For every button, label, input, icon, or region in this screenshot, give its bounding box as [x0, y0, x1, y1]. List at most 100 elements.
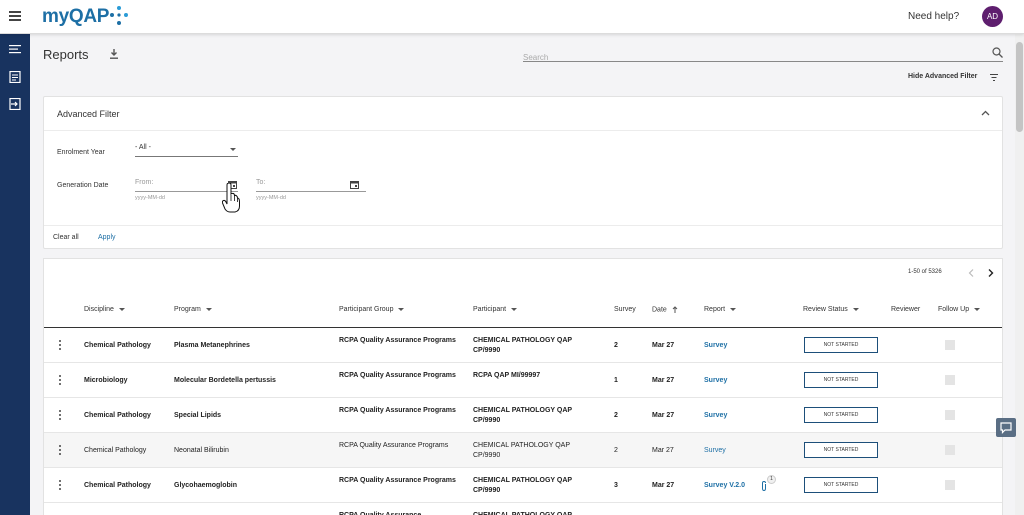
cell-program: Glycohaemoglobin: [174, 482, 238, 489]
cell-participant: RCPA QAP MI/99997: [473, 372, 541, 379]
table-row[interactable]: Chemical Pathology Special Lipids RCPA Qua…: [44, 398, 1002, 433]
more-vert-icon[interactable]: [59, 410, 62, 420]
chevron-down-icon: [205, 307, 212, 311]
generation-date-label: Generation Date: [57, 182, 109, 189]
column-header-date[interactable]: Date: [652, 306, 678, 313]
review-status-button[interactable]: NOT STARTED: [804, 337, 878, 353]
more-vert-icon[interactable]: [59, 340, 62, 350]
column-header-reviewer[interactable]: Reviewer: [891, 306, 920, 313]
chevron-right-icon[interactable]: [988, 269, 994, 277]
download-icon[interactable]: [109, 48, 119, 60]
scrollbar[interactable]: [1015, 34, 1024, 515]
column-label: Date: [652, 306, 667, 314]
advanced-filter-title: Advanced Filter: [57, 109, 120, 119]
date-to-placeholder: To:: [256, 179, 266, 186]
cell-participant: CHEMICAL PATHOLOGY QAP CP/9990: [473, 407, 572, 424]
enrolment-year-select[interactable]: - All -: [135, 144, 238, 157]
chevron-up-icon[interactable]: [981, 110, 990, 116]
clear-all-button[interactable]: Clear all: [53, 234, 79, 241]
follow-up-checkbox[interactable]: [945, 445, 955, 455]
menu-icon[interactable]: [9, 11, 21, 21]
column-label: Program: [174, 306, 201, 313]
logo-text: myQAP: [42, 6, 110, 27]
chat-button[interactable]: [996, 418, 1016, 437]
cell-report[interactable]: Survey: [704, 376, 774, 386]
column-header-survey[interactable]: Survey: [614, 306, 636, 313]
more-vert-icon[interactable]: [59, 445, 62, 455]
cell-report[interactable]: Survey: [704, 446, 774, 456]
column-header-participant[interactable]: Participant: [473, 306, 518, 313]
cell-group: RCPA Quality Assurance Programs: [339, 337, 456, 344]
chevron-down-icon: [730, 307, 737, 311]
cell-program: Special Lipids: [174, 412, 222, 419]
avatar[interactable]: AD: [982, 6, 1003, 27]
calendar-icon[interactable]: [350, 180, 359, 189]
cell-date: Mar 27: [652, 377, 675, 384]
cell-program: Plasma Metanephrines: [174, 342, 250, 349]
review-status-button[interactable]: NOT STARTED: [804, 442, 878, 458]
attachment-icon[interactable]: [760, 481, 768, 491]
search-bar: [523, 47, 1003, 62]
follow-up-checkbox[interactable]: [945, 480, 955, 490]
logout-icon[interactable]: [9, 98, 21, 110]
advanced-filter-header[interactable]: Advanced Filter: [44, 97, 1002, 131]
enrolment-year-value: - All -: [135, 144, 151, 151]
chevron-down-icon: [852, 307, 859, 311]
column-label: Follow Up: [938, 306, 970, 313]
table-row[interactable]: Chemical Pathology Neonatal Bilirubin RCPA…: [44, 433, 1002, 468]
table-row[interactable]: Chemical Pathology Plasma Metanephrines RC…: [44, 328, 1002, 363]
review-status-button[interactable]: NOT STARTED: [804, 372, 878, 388]
logo-molecule-icon: [110, 6, 128, 25]
scrollbar-thumb[interactable]: [1016, 42, 1023, 132]
cell-participant: CHEMICAL PATHOLOGY QAP CP/9990: [473, 337, 572, 354]
cell-group: RCPA Quality Assurance Programs: [339, 477, 456, 484]
top-app-bar: myQAP Need help? AD: [0, 0, 1024, 34]
date-from-placeholder: From:: [135, 179, 154, 186]
column-header-review-status[interactable]: Review Status: [803, 306, 859, 313]
cell-group: RCPA Quality Assurance: [339, 511, 464, 515]
column-header-discipline[interactable]: Discipline: [84, 306, 125, 313]
follow-up-checkbox[interactable]: [945, 375, 955, 385]
reports-table: 1-50 of 5326 Discipline Program Particip…: [43, 258, 1003, 515]
cell-date: Mar 27: [652, 342, 675, 349]
divider: [44, 225, 1002, 226]
follow-up-checkbox[interactable]: [945, 410, 955, 420]
cell-survey: 1: [614, 377, 618, 384]
cell-report[interactable]: Survey: [704, 341, 774, 351]
review-status-button[interactable]: NOT STARTED: [804, 477, 878, 493]
column-header-follow-up[interactable]: Follow Up: [938, 306, 981, 313]
column-label: Report: [704, 306, 726, 313]
search-input[interactable]: [523, 53, 983, 62]
chevron-left-icon[interactable]: [968, 269, 974, 277]
more-vert-icon[interactable]: [59, 480, 62, 490]
column-label: Review Status: [803, 306, 848, 313]
column-header-program[interactable]: Program: [174, 306, 212, 313]
list-lines-icon[interactable]: [9, 43, 21, 55]
hide-advanced-filter-button[interactable]: Hide Advanced Filter: [908, 73, 977, 80]
follow-up-checkbox[interactable]: [945, 340, 955, 350]
table-row[interactable]: Microbiology Molecular Bordetella pertuss…: [44, 363, 1002, 398]
cell-participant: CHEMICAL PATHOLOGY QAP: [473, 511, 598, 515]
date-to-hint: yyyy-MM-dd: [256, 195, 286, 201]
help-link[interactable]: Need help?: [908, 11, 959, 22]
review-status-button[interactable]: NOT STARTED: [804, 407, 878, 423]
table-row[interactable]: Chemical Pathology Glycohaemoglobin RCPA Q…: [44, 468, 1002, 503]
logo: myQAP: [42, 5, 109, 29]
table-row[interactable]: RCPA Quality Assurance CHEMICAL PATHOLOGY…: [44, 503, 1002, 515]
column-header-participant-group[interactable]: Participant Group: [339, 306, 405, 313]
chevron-down-icon: [398, 307, 405, 311]
cell-survey: 2: [614, 342, 618, 349]
date-from-hint: yyyy-MM-dd: [135, 195, 165, 201]
cell-discipline: Microbiology: [84, 377, 128, 384]
more-vert-icon[interactable]: [59, 375, 62, 385]
document-icon[interactable]: [9, 71, 21, 83]
filter-icon[interactable]: [990, 74, 998, 81]
apply-button[interactable]: Apply: [98, 234, 116, 241]
cell-report[interactable]: Survey: [704, 411, 774, 421]
column-header-report[interactable]: Report: [704, 306, 737, 313]
chevron-down-icon: [118, 307, 125, 311]
cell-survey: 2: [614, 412, 618, 419]
cell-discipline: Chemical Pathology: [84, 482, 151, 489]
search-icon[interactable]: [992, 47, 1003, 58]
column-label: Reviewer: [891, 306, 921, 313]
